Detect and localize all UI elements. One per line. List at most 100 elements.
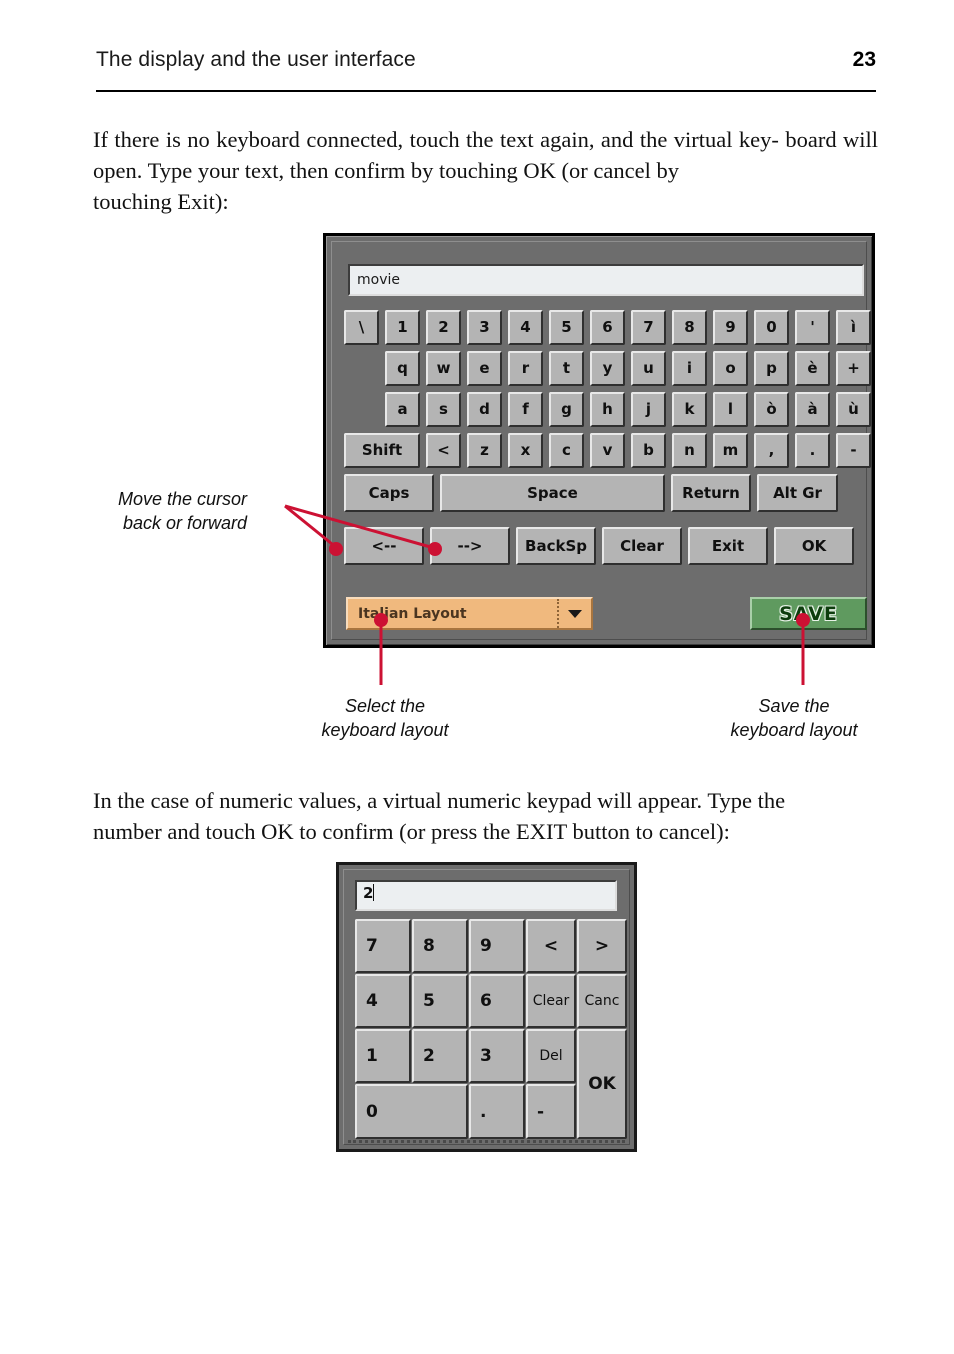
key-ok[interactable]: OK	[774, 527, 854, 565]
keypad-key-8[interactable]: 8	[412, 919, 468, 973]
key-1[interactable]: 1	[385, 310, 420, 345]
key-e-grave[interactable]: è	[795, 351, 830, 386]
key-4[interactable]: 4	[508, 310, 543, 345]
key-comma[interactable]: ,	[754, 433, 789, 468]
key-apostrophe[interactable]: '	[795, 310, 830, 345]
keypad-key-2[interactable]: 2	[412, 1029, 468, 1083]
key-s[interactable]: s	[426, 392, 461, 427]
key-caps[interactable]: Caps	[344, 474, 434, 512]
keypad-key-3[interactable]: 3	[469, 1029, 525, 1083]
key-9[interactable]: 9	[713, 310, 748, 345]
keypad-key-6[interactable]: 6	[469, 974, 525, 1028]
keypad-key-right[interactable]: >	[577, 919, 627, 973]
keypad-key-1[interactable]: 1	[355, 1029, 411, 1083]
keyboard-panel: movie \ 1 2 3 4 5 6 7 8 9 0 ' ì q w e r …	[331, 241, 871, 640]
key-l[interactable]: l	[713, 392, 748, 427]
key-alt-gr[interactable]: Alt Gr	[757, 474, 838, 512]
keypad-key-canc[interactable]: Canc	[577, 974, 627, 1028]
key-8[interactable]: 8	[672, 310, 707, 345]
key-5[interactable]: 5	[549, 310, 584, 345]
numeric-keypad-figure: 2 7 8 9 < > 4 5 6 Clear Canc 1 2 3 Del O…	[336, 862, 637, 1152]
keypad-key-minus[interactable]: -	[526, 1084, 576, 1139]
keyboard-layout-select-value: Italian Layout	[358, 605, 467, 622]
key-cursor-left[interactable]: <--	[344, 527, 424, 565]
keypad-display-field[interactable]: 2	[355, 880, 617, 911]
key-3[interactable]: 3	[467, 310, 502, 345]
key-n[interactable]: n	[672, 433, 707, 468]
callout-select-layout: Select the keyboard layout	[307, 694, 463, 742]
keypad-key-clear[interactable]: Clear	[526, 974, 576, 1028]
key-o[interactable]: o	[713, 351, 748, 386]
callout-select-layout-line2: keyboard layout	[321, 720, 449, 740]
key-o-grave[interactable]: ò	[754, 392, 789, 427]
keypad-key-del[interactable]: Del	[526, 1029, 576, 1083]
key-exit[interactable]: Exit	[688, 527, 768, 565]
keypad-key-5[interactable]: 5	[412, 974, 468, 1028]
keypad-key-7[interactable]: 7	[355, 919, 411, 973]
key-u[interactable]: u	[631, 351, 666, 386]
key-cursor-right[interactable]: -->	[430, 527, 510, 565]
page-number: 23	[852, 48, 876, 71]
key-hyphen[interactable]: -	[836, 433, 871, 468]
keypad-key-9[interactable]: 9	[469, 919, 525, 973]
key-7[interactable]: 7	[631, 310, 666, 345]
key-j[interactable]: j	[631, 392, 666, 427]
key-k[interactable]: k	[672, 392, 707, 427]
callout-save-layout: Save the keyboard layout	[716, 694, 872, 742]
keypad-key-4[interactable]: 4	[355, 974, 411, 1028]
key-plus[interactable]: +	[836, 351, 871, 386]
callout-move-cursor-line1: Move the cursor	[118, 489, 248, 509]
key-z[interactable]: z	[467, 433, 502, 468]
paragraph-intro: If there is no keyboard connected, touch…	[93, 124, 878, 217]
key-w[interactable]: w	[426, 351, 461, 386]
key-h[interactable]: h	[590, 392, 625, 427]
key-a[interactable]: a	[385, 392, 420, 427]
page-header: The display and the user interface 23	[96, 48, 876, 92]
key-t[interactable]: t	[549, 351, 584, 386]
key-y[interactable]: y	[590, 351, 625, 386]
key-c[interactable]: c	[549, 433, 584, 468]
key-e[interactable]: e	[467, 351, 502, 386]
key-i[interactable]: i	[672, 351, 707, 386]
key-shift[interactable]: Shift	[344, 433, 420, 468]
save-layout-button[interactable]: SAVE	[750, 597, 867, 630]
key-p[interactable]: p	[754, 351, 789, 386]
key-0[interactable]: 0	[754, 310, 789, 345]
key-less-than[interactable]: <	[426, 433, 461, 468]
keypad-key-ok[interactable]: OK	[577, 1029, 627, 1139]
key-6[interactable]: 6	[590, 310, 625, 345]
key-a-grave[interactable]: à	[795, 392, 830, 427]
paragraph-numeric-line1: In the case of numeric values, a virtual…	[93, 788, 786, 813]
key-f[interactable]: f	[508, 392, 543, 427]
save-button-label: SAVE	[779, 602, 838, 625]
key-q[interactable]: q	[385, 351, 420, 386]
callout-save-layout-line2: keyboard layout	[730, 720, 858, 740]
key-d[interactable]: d	[467, 392, 502, 427]
key-clear[interactable]: Clear	[602, 527, 682, 565]
key-return[interactable]: Return	[671, 474, 751, 512]
keypad-key-left[interactable]: <	[526, 919, 576, 973]
key-x[interactable]: x	[508, 433, 543, 468]
keypad-display-value: 2	[363, 884, 374, 902]
keypad-panel: 2 7 8 9 < > 4 5 6 Clear Canc 1 2 3 Del O…	[343, 869, 630, 1145]
paragraph-numeric: In the case of numeric values, a virtual…	[93, 785, 878, 847]
key-v[interactable]: v	[590, 433, 625, 468]
key-g[interactable]: g	[549, 392, 584, 427]
key-m[interactable]: m	[713, 433, 748, 468]
key-space[interactable]: Space	[440, 474, 665, 512]
keypad-bottom-edge	[348, 1137, 625, 1143]
keypad-key-decimal[interactable]: .	[469, 1084, 525, 1139]
key-i-grave[interactable]: ì	[836, 310, 871, 345]
chevron-down-icon[interactable]	[559, 599, 591, 628]
key-b[interactable]: b	[631, 433, 666, 468]
paragraph-numeric-line2: number and touch OK to confirm (or press…	[93, 819, 730, 844]
keyboard-text-input[interactable]: movie	[348, 264, 864, 296]
key-u-grave[interactable]: ù	[836, 392, 871, 427]
keypad-key-0[interactable]: 0	[355, 1084, 468, 1139]
key-r[interactable]: r	[508, 351, 543, 386]
key-backspace[interactable]: BackSp	[516, 527, 596, 565]
key-backslash[interactable]: \	[344, 310, 379, 345]
keyboard-layout-select[interactable]: Italian Layout	[346, 597, 593, 630]
key-period[interactable]: .	[795, 433, 830, 468]
key-2[interactable]: 2	[426, 310, 461, 345]
